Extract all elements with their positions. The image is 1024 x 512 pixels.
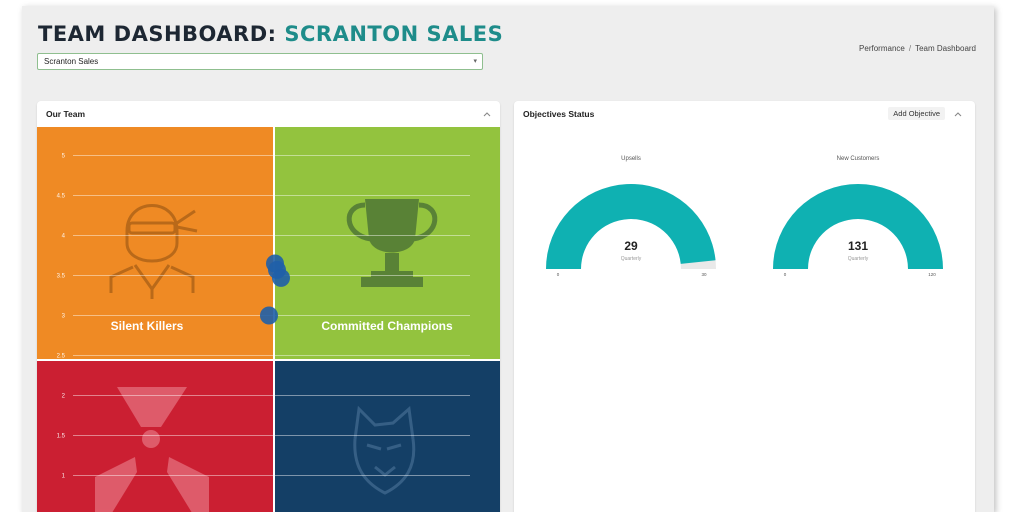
team-select[interactable]: Scranton Sales ▾ [37,53,483,70]
gauge-value: 131 [848,239,868,253]
title-prefix: TEAM DASHBOARD: [38,22,285,46]
chevron-down-icon: ▾ [473,58,477,65]
gauge-title: Upsells [621,156,641,162]
breadcrumb-item-performance[interactable]: Performance [859,44,905,53]
objective-gauges: Upsells 29 Quarterly 0 30 New Customers … [546,156,943,277]
y-tick-label: 3.5 [57,274,66,280]
gauge-max: 120 [928,272,936,277]
gauge-min: 0 [557,272,560,277]
gauge-min: 0 [784,272,787,277]
gauge-title: New Customers [837,156,880,162]
chevron-up-icon[interactable] [482,109,492,119]
y-tick-label: 2.5 [57,354,66,360]
gauge-value: 29 [624,239,638,253]
our-team-title: Our Team [46,109,86,119]
page: TEAM DASHBOARD: SCRANTON SALES Scranton … [22,6,994,512]
breadcrumb: Performance / Team Dashboard [859,44,976,53]
y-tick-label: 4.5 [57,194,66,200]
chevron-up-icon[interactable] [953,109,963,119]
page-title: TEAM DASHBOARD: SCRANTON SALES [38,22,503,46]
quadrant-bottom-right [275,361,500,512]
data-point[interactable] [272,268,290,287]
gauge-upsells: Upsells 29 Quarterly 0 30 [546,156,716,277]
gauge-max: 30 [701,272,707,277]
breadcrumb-item-team-dashboard: Team Dashboard [915,44,976,53]
data-point[interactable] [260,306,278,325]
team-select-value: Scranton Sales [44,57,99,66]
gauge-period: Quarterly [848,256,869,262]
y-tick-label: 1.5 [57,434,66,440]
team-quadrant-chart: 5 4.5 4 3.5 3 2.5 2 1.5 1 Silent Killers… [37,127,500,512]
quadrant-label-silent-killers: Silent Killers [111,319,184,333]
title-team-name: SCRANTON SALES [284,22,504,46]
gauge-new-customers: New Customers 131 Quarterly 0 120 [773,156,943,277]
gauge-period: Quarterly [621,256,642,262]
add-objective-button[interactable]: Add Objective [888,107,945,120]
objectives-status-title: Objectives Status [523,109,595,119]
breadcrumb-separator: / [908,44,912,53]
our-team-panel: Our Team 5 4.5 4 3.5 3 2.5 2 1.5 1 Silen… [37,101,500,512]
objectives-status-panel: Objectives Status Add Objective Upsells … [514,101,975,512]
quadrant-label-committed-champions: Committed Champions [321,319,453,333]
